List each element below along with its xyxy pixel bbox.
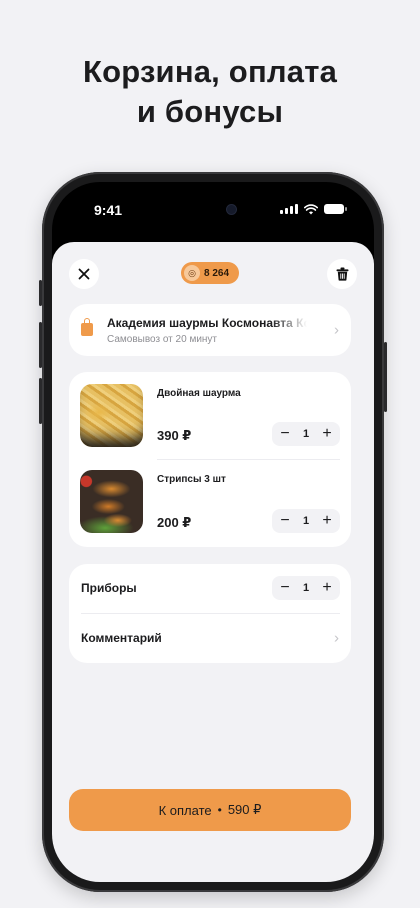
item-name: Двойная шаурма — [157, 388, 241, 399]
item-image-strips — [80, 470, 143, 533]
headline-line-2: и бонусы — [136, 94, 284, 129]
close-icon — [78, 268, 90, 280]
increase-button[interactable]: + — [320, 426, 334, 442]
item-image-shawarma — [80, 384, 143, 447]
decrease-button[interactable]: − — [278, 580, 292, 596]
restaurant-name: Академия шаурмы Космонавта Комарова — [107, 316, 307, 330]
phone-screen: 9:41 ◎ 8 264 Академия шаурмы Космонавта … — [52, 182, 374, 882]
decrease-button[interactable]: − — [278, 426, 292, 442]
increase-button[interactable]: + — [320, 580, 334, 596]
quantity-value: 1 — [302, 515, 310, 527]
order-options-card: Приборы − 1 + Комментарий › — [69, 564, 351, 663]
cutlery-row: Приборы − 1 + — [69, 564, 351, 612]
shopping-bag-icon — [81, 318, 93, 336]
clear-cart-button[interactable] — [327, 259, 357, 289]
item-name: Стрипсы 3 шт — [157, 474, 226, 485]
item-price: 200 ₽ — [157, 515, 192, 530]
action-button — [39, 280, 42, 306]
cutlery-stepper: − 1 + — [272, 576, 340, 600]
trash-icon — [336, 267, 348, 281]
cutlery-label: Приборы — [81, 581, 137, 595]
camera-icon — [227, 205, 236, 214]
promo-headline: Корзина, оплата и бонусы — [0, 52, 420, 132]
volume-up-button — [39, 322, 42, 368]
checkout-label: К оплате — [158, 802, 212, 818]
checkout-button[interactable]: К оплате • 590 ₽ — [69, 789, 351, 831]
cart-item: Двойная шаурма 390 ₽ − 1 + — [69, 372, 351, 458]
status-bar: 9:41 — [52, 182, 374, 240]
checkout-total: 590 ₽ — [227, 802, 262, 817]
comment-row[interactable]: Комментарий › — [69, 614, 351, 662]
quantity-value: 1 — [302, 428, 310, 440]
cellular-signal-icon — [280, 204, 298, 214]
cart-items-card: Двойная шаурма 390 ₽ − 1 + Стрипсы 3 шт … — [69, 372, 351, 547]
status-time: 9:41 — [94, 202, 123, 218]
quantity-value: 1 — [302, 582, 310, 594]
cart-sheet: ◎ 8 264 Академия шаурмы Космонавта Комар… — [52, 242, 374, 882]
battery-icon — [324, 204, 347, 214]
bonus-balance-value: 8 264 — [204, 267, 230, 279]
comment-label: Комментарий — [81, 631, 162, 645]
close-button[interactable] — [69, 259, 99, 289]
volume-down-button — [39, 378, 42, 424]
quantity-stepper: − 1 + — [272, 422, 340, 446]
status-icons — [280, 203, 347, 215]
increase-button[interactable]: + — [320, 513, 334, 529]
pickup-time: Самовывоз от 20 минут — [107, 334, 218, 345]
chevron-right-icon: › — [334, 629, 339, 647]
bonus-balance-badge[interactable]: ◎ 8 264 — [181, 262, 239, 284]
power-button — [384, 342, 387, 412]
cart-topbar: ◎ 8 264 — [52, 242, 374, 306]
item-price: 390 ₽ — [157, 428, 192, 443]
cart-item: Стрипсы 3 шт 200 ₽ − 1 + — [69, 460, 351, 546]
headline-line-1: Корзина, оплата — [82, 54, 338, 89]
wifi-icon — [304, 203, 318, 214]
dynamic-island — [164, 196, 264, 224]
checkout-separator: • — [217, 803, 222, 817]
quantity-stepper: − 1 + — [272, 509, 340, 533]
decrease-button[interactable]: − — [278, 513, 292, 529]
chevron-right-icon: › — [334, 321, 339, 339]
restaurant-card[interactable]: Академия шаурмы Космонавта Комарова Само… — [69, 304, 351, 356]
coin-icon: ◎ — [184, 265, 200, 281]
phone-frame: 9:41 ◎ 8 264 Академия шаурмы Космонавта … — [39, 172, 387, 892]
